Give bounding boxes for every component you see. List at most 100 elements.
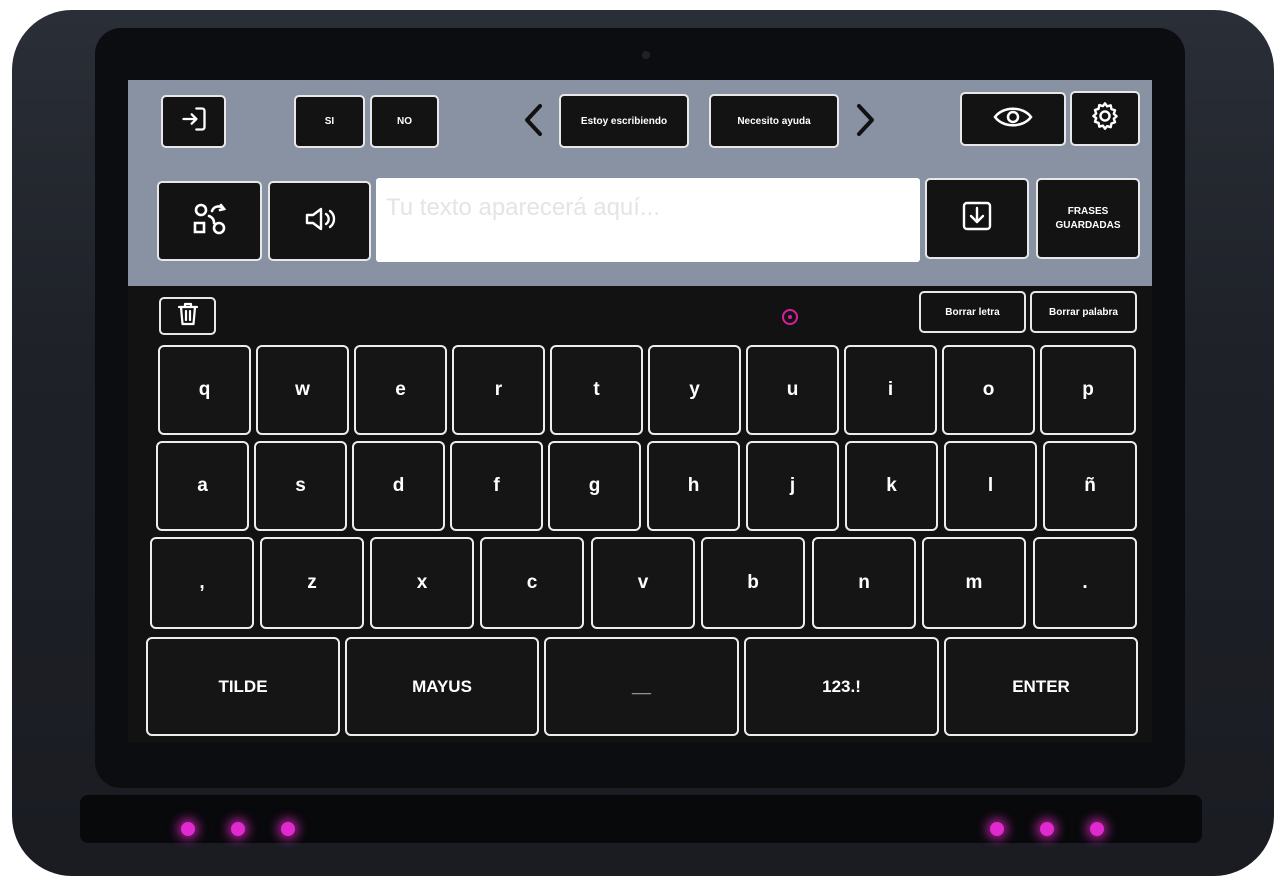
eye-tracker-bar bbox=[80, 795, 1202, 843]
key[interactable]: z bbox=[260, 537, 364, 629]
key[interactable]: d bbox=[352, 441, 445, 531]
key[interactable]: b bbox=[701, 537, 805, 629]
key[interactable]: , bbox=[150, 537, 254, 629]
led-indicator bbox=[990, 822, 1004, 836]
swap-button[interactable] bbox=[157, 181, 262, 261]
key[interactable]: i bbox=[844, 345, 937, 435]
enter-key[interactable]: ENTER bbox=[944, 637, 1138, 736]
key[interactable]: l bbox=[944, 441, 1037, 531]
message-text-field[interactable]: Tu texto aparecerá aquí... bbox=[376, 178, 920, 262]
saved-phrases-button[interactable]: FRASES GUARDADAS bbox=[1036, 178, 1140, 259]
key-label: w bbox=[295, 379, 310, 400]
key[interactable]: t bbox=[550, 345, 643, 435]
phrase-estoy-escribiendo-button[interactable]: Estoy escribiendo bbox=[559, 94, 689, 148]
phrase-2-label: Necesito ayuda bbox=[737, 115, 811, 127]
key[interactable]: h bbox=[647, 441, 740, 531]
key[interactable]: g bbox=[548, 441, 641, 531]
key-label: i bbox=[887, 379, 894, 400]
exit-button[interactable] bbox=[161, 95, 226, 148]
key[interactable]: e bbox=[354, 345, 447, 435]
yes-label: SI bbox=[324, 116, 335, 127]
key-label: t bbox=[593, 379, 600, 400]
exit-icon bbox=[180, 105, 208, 138]
key[interactable]: n bbox=[812, 537, 916, 629]
no-button[interactable]: NO bbox=[370, 95, 439, 148]
swap-icon bbox=[192, 201, 228, 242]
key[interactable]: ñ bbox=[1043, 441, 1137, 531]
key[interactable]: y bbox=[648, 345, 741, 435]
eye-button[interactable] bbox=[960, 92, 1066, 146]
gaze-cursor-icon bbox=[782, 309, 798, 325]
led-indicator bbox=[181, 822, 195, 836]
key-label: z bbox=[307, 572, 317, 593]
key-label: b bbox=[747, 572, 759, 593]
key[interactable]: r bbox=[452, 345, 545, 435]
key[interactable]: v bbox=[591, 537, 695, 629]
key[interactable]: k bbox=[845, 441, 938, 531]
key[interactable]: s bbox=[254, 441, 347, 531]
key-label: c bbox=[526, 572, 538, 593]
key-label: a bbox=[197, 475, 208, 496]
save-phrase-button[interactable] bbox=[925, 178, 1029, 259]
key[interactable]: o bbox=[942, 345, 1035, 435]
key-label: MAYUS bbox=[412, 676, 472, 696]
key-label: s bbox=[295, 475, 306, 496]
key[interactable]: f bbox=[450, 441, 543, 531]
message-placeholder: Tu texto aparecerá aquí... bbox=[386, 194, 660, 221]
speak-button[interactable] bbox=[268, 181, 371, 261]
phrase-1-label: Estoy escribiendo bbox=[580, 115, 668, 127]
key-label: y bbox=[689, 379, 700, 400]
phrase-necesito-ayuda-button[interactable]: Necesito ayuda bbox=[709, 94, 839, 148]
settings-button[interactable] bbox=[1070, 91, 1140, 146]
led-indicator bbox=[281, 822, 295, 836]
next-phrase-button[interactable] bbox=[854, 100, 878, 147]
saved-phrases-line2: GUARDADAS bbox=[1055, 219, 1121, 231]
prev-phrase-button[interactable] bbox=[521, 100, 545, 147]
key[interactable]: m bbox=[922, 537, 1026, 629]
key-label: TILDE bbox=[218, 676, 268, 696]
key[interactable]: j bbox=[746, 441, 839, 531]
key[interactable]: a bbox=[156, 441, 249, 531]
key[interactable]: p bbox=[1040, 345, 1136, 435]
key[interactable]: x bbox=[370, 537, 474, 629]
no-label: NO bbox=[397, 116, 412, 127]
led-indicator bbox=[1040, 822, 1054, 836]
key-label: v bbox=[637, 572, 649, 593]
tilde-key[interactable]: TILDE bbox=[146, 637, 340, 736]
key-label: r bbox=[494, 379, 503, 400]
yes-button[interactable]: SI bbox=[294, 95, 365, 148]
key[interactable]: c bbox=[480, 537, 584, 629]
key-label: __ bbox=[632, 676, 651, 696]
led-indicator bbox=[1090, 822, 1104, 836]
camera-dot bbox=[642, 51, 650, 59]
gear-icon bbox=[1089, 100, 1121, 137]
key-label: x bbox=[416, 572, 428, 593]
key[interactable]: u bbox=[746, 345, 839, 435]
key-label: . bbox=[1082, 572, 1088, 593]
key-label: ñ bbox=[1084, 475, 1096, 496]
chevron-left-icon bbox=[525, 104, 542, 136]
key[interactable]: . bbox=[1033, 537, 1137, 629]
key-label: j bbox=[789, 475, 796, 496]
clear-button[interactable] bbox=[159, 297, 216, 335]
delete-letter-button[interactable]: Borrar letra bbox=[919, 291, 1026, 333]
chevron-right-icon bbox=[857, 104, 874, 136]
mayus-key[interactable]: MAYUS bbox=[345, 637, 539, 736]
key-label: h bbox=[687, 475, 700, 496]
key[interactable]: w bbox=[256, 345, 349, 435]
key-label: o bbox=[982, 379, 995, 400]
key-label: q bbox=[198, 379, 211, 400]
space-key[interactable]: __ bbox=[544, 637, 739, 736]
key-label: n bbox=[858, 572, 870, 593]
key-label: k bbox=[886, 475, 897, 496]
delete-word-button[interactable]: Borrar palabra bbox=[1030, 291, 1137, 333]
numbers-key[interactable]: 123.! bbox=[744, 637, 939, 736]
key-label: e bbox=[395, 379, 406, 400]
app-screen: SI NO Estoy escribiendo Necesito ayuda T… bbox=[128, 80, 1152, 742]
key[interactable]: q bbox=[158, 345, 251, 435]
key-label: d bbox=[392, 475, 405, 496]
key-label: m bbox=[965, 572, 983, 593]
delete-letter-label: Borrar letra bbox=[945, 306, 1000, 318]
key-label: g bbox=[588, 475, 601, 496]
key-label: p bbox=[1082, 379, 1094, 400]
